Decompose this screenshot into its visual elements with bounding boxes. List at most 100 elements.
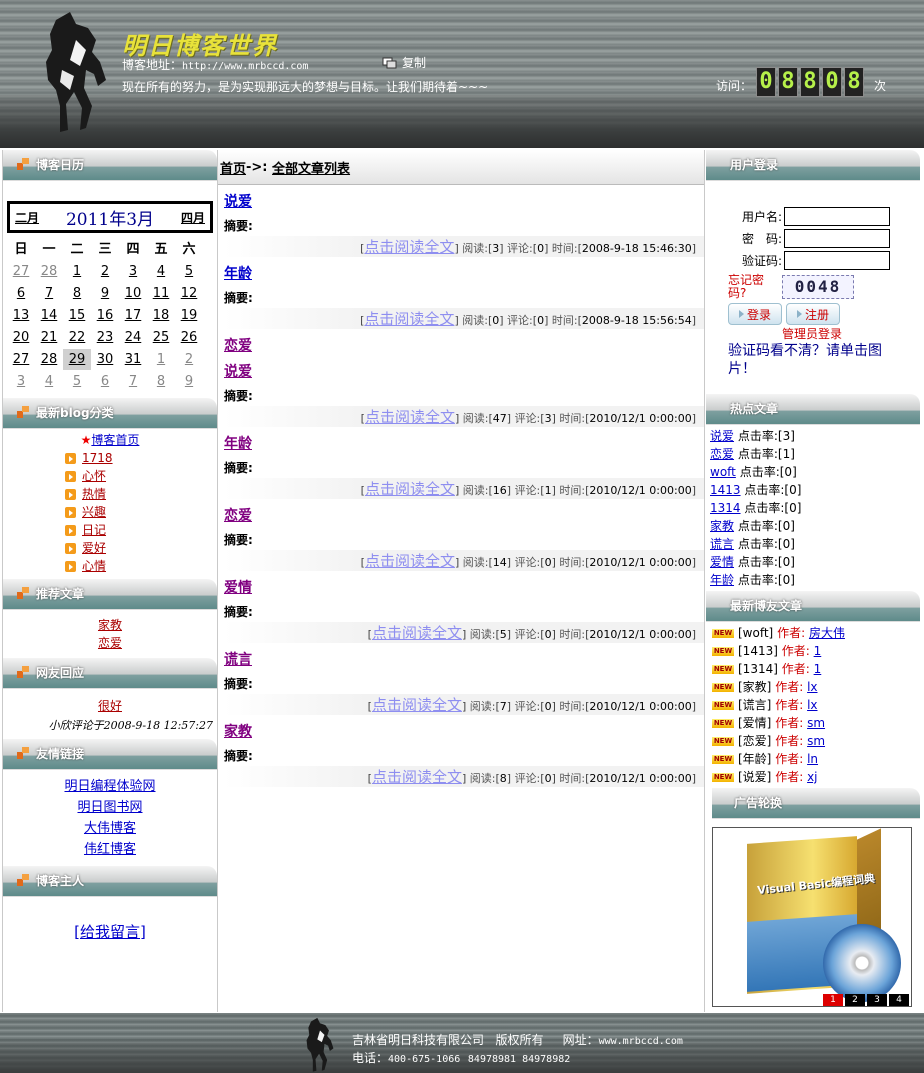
article-title-link[interactable]: 恋爱 bbox=[224, 508, 252, 524]
calendar-day[interactable]: 26 bbox=[175, 327, 203, 348]
author-link[interactable]: lx bbox=[807, 698, 817, 712]
category-item[interactable]: 爱好 bbox=[65, 539, 217, 557]
calendar-day[interactable]: 4 bbox=[147, 261, 175, 282]
calendar-day[interactable]: 27 bbox=[7, 261, 35, 282]
read-more-link[interactable]: 点击阅读全文 bbox=[365, 408, 455, 426]
calendar-day[interactable]: 19 bbox=[175, 305, 203, 326]
calendar-day[interactable]: 13 bbox=[7, 305, 35, 326]
friend-link[interactable]: 明日图书网 bbox=[77, 800, 142, 815]
login-button[interactable]: 登录 bbox=[728, 303, 782, 325]
article-title-link[interactable]: 年龄 bbox=[224, 266, 252, 282]
category-item[interactable]: 兴趣 bbox=[65, 503, 217, 521]
calendar-day[interactable]: 18 bbox=[147, 305, 175, 326]
hot-article-link[interactable]: 家教 bbox=[710, 519, 734, 533]
category-home[interactable]: ★博客首页 bbox=[3, 431, 217, 449]
admin-login-link[interactable]: 管理员登录 bbox=[782, 325, 920, 342]
calendar-day[interactable]: 8 bbox=[147, 371, 175, 392]
author-link[interactable]: ln bbox=[807, 752, 818, 766]
category-item[interactable]: 热情 bbox=[65, 485, 217, 503]
calendar-day[interactable]: 1 bbox=[147, 349, 175, 370]
author-link[interactable]: sm bbox=[807, 716, 825, 730]
leave-message-link[interactable]: [给我留言] bbox=[74, 923, 146, 941]
calendar-day[interactable]: 14 bbox=[35, 305, 63, 326]
calendar-day[interactable]: 5 bbox=[63, 371, 91, 392]
newest-article-name[interactable]: [年龄] bbox=[738, 752, 771, 766]
calendar-day[interactable]: 22 bbox=[63, 327, 91, 348]
friend-link[interactable]: 明日编程体验网 bbox=[64, 779, 155, 794]
calendar-next-month[interactable]: 四月 bbox=[181, 209, 205, 226]
category-link[interactable]: 日记 bbox=[82, 521, 106, 539]
calendar-day[interactable]: 3 bbox=[119, 261, 147, 282]
ad-page-4[interactable]: 4 bbox=[889, 994, 909, 1006]
category-link[interactable]: 心怀 bbox=[82, 467, 106, 485]
password-input[interactable] bbox=[784, 229, 890, 248]
calendar-day[interactable]: 11 bbox=[147, 283, 175, 304]
newest-article-name[interactable]: [爱情] bbox=[738, 716, 771, 730]
read-more-link[interactable]: 点击阅读全文 bbox=[365, 552, 455, 570]
article-title-link[interactable]: 家教 bbox=[224, 724, 252, 740]
calendar-day[interactable]: 16 bbox=[91, 305, 119, 326]
calendar-day[interactable]: 31 bbox=[119, 349, 147, 370]
hot-article-link[interactable]: woft bbox=[710, 465, 736, 479]
calendar-day[interactable]: 4 bbox=[35, 371, 63, 392]
captcha-image[interactable]: 0048 bbox=[782, 275, 854, 299]
newest-article-name[interactable]: [说爱] bbox=[738, 770, 771, 784]
category-home-link[interactable]: 博客首页 bbox=[91, 433, 139, 447]
calendar-day[interactable]: 5 bbox=[175, 261, 203, 282]
newest-article-name[interactable]: [1413] bbox=[738, 644, 778, 658]
calendar-day[interactable]: 6 bbox=[91, 371, 119, 392]
calendar-day[interactable]: 25 bbox=[147, 327, 175, 348]
calendar-day[interactable]: 29 bbox=[63, 349, 91, 370]
newest-article-name[interactable]: [恋爱] bbox=[738, 734, 771, 748]
captcha-input[interactable] bbox=[784, 251, 890, 270]
register-button[interactable]: 注册 bbox=[786, 303, 840, 325]
author-link[interactable]: sm bbox=[807, 734, 825, 748]
category-item[interactable]: 心怀 bbox=[65, 467, 217, 485]
read-more-link[interactable]: 点击阅读全文 bbox=[365, 480, 455, 498]
calendar-day[interactable]: 30 bbox=[91, 349, 119, 370]
calendar-day[interactable]: 27 bbox=[7, 349, 35, 370]
calendar-day[interactable]: 10 bbox=[119, 283, 147, 304]
hot-article-link[interactable]: 爱情 bbox=[710, 555, 734, 569]
article-title-link[interactable]: 说爱 bbox=[224, 364, 252, 380]
calendar-day[interactable]: 15 bbox=[63, 305, 91, 326]
read-more-link[interactable]: 点击阅读全文 bbox=[372, 624, 462, 642]
category-link[interactable]: 1718 bbox=[82, 449, 113, 467]
calendar-day[interactable]: 28 bbox=[35, 261, 63, 282]
calendar-day[interactable]: 9 bbox=[91, 283, 119, 304]
newest-article-name[interactable]: [woft] bbox=[738, 626, 773, 640]
category-link[interactable]: 心情 bbox=[82, 557, 106, 575]
ad-page-2[interactable]: 2 bbox=[845, 994, 865, 1006]
reply-link[interactable]: 很好 bbox=[98, 699, 122, 713]
author-link[interactable]: 1 bbox=[814, 644, 822, 658]
article-title-link[interactable]: 爱情 bbox=[224, 580, 252, 596]
author-link[interactable]: 1 bbox=[814, 662, 822, 676]
calendar-day[interactable]: 17 bbox=[119, 305, 147, 326]
category-item[interactable]: 1718 bbox=[65, 449, 217, 467]
author-link[interactable]: 房大伟 bbox=[809, 626, 845, 640]
calendar-day[interactable]: 7 bbox=[35, 283, 63, 304]
ad-banner[interactable]: Visual Basic编程词典 1 2 3 4 bbox=[712, 827, 912, 1007]
recommended-link[interactable]: 家教 bbox=[98, 618, 122, 632]
newest-article-name[interactable]: [1314] bbox=[738, 662, 778, 676]
category-item[interactable]: 日记 bbox=[65, 521, 217, 539]
hot-article-link[interactable]: 1413 bbox=[710, 483, 741, 497]
recommended-link[interactable]: 恋爱 bbox=[98, 636, 122, 650]
breadcrumb-current[interactable]: 全部文章列表 bbox=[272, 158, 350, 177]
calendar-day[interactable]: 3 bbox=[7, 371, 35, 392]
calendar-day[interactable]: 2 bbox=[91, 261, 119, 282]
hot-article-link[interactable]: 说爱 bbox=[710, 429, 734, 443]
calendar-day[interactable]: 7 bbox=[119, 371, 147, 392]
article-title-link[interactable]: 谎言 bbox=[224, 652, 252, 668]
forgot-password-link[interactable]: 忘记密码? bbox=[728, 274, 772, 300]
hot-article-link[interactable]: 恋爱 bbox=[710, 447, 734, 461]
newest-article-name[interactable]: [家教] bbox=[738, 680, 771, 694]
copy-button[interactable]: 复制 bbox=[382, 54, 426, 71]
calendar-day[interactable]: 28 bbox=[35, 349, 63, 370]
calendar-day[interactable]: 20 bbox=[7, 327, 35, 348]
friend-link[interactable]: 伟红博客 bbox=[84, 842, 136, 857]
read-more-link[interactable]: 点击阅读全文 bbox=[372, 696, 462, 714]
calendar-prev-month[interactable]: 二月 bbox=[15, 209, 39, 226]
category-item[interactable]: 心情 bbox=[65, 557, 217, 575]
ad-page-1[interactable]: 1 bbox=[823, 994, 843, 1006]
